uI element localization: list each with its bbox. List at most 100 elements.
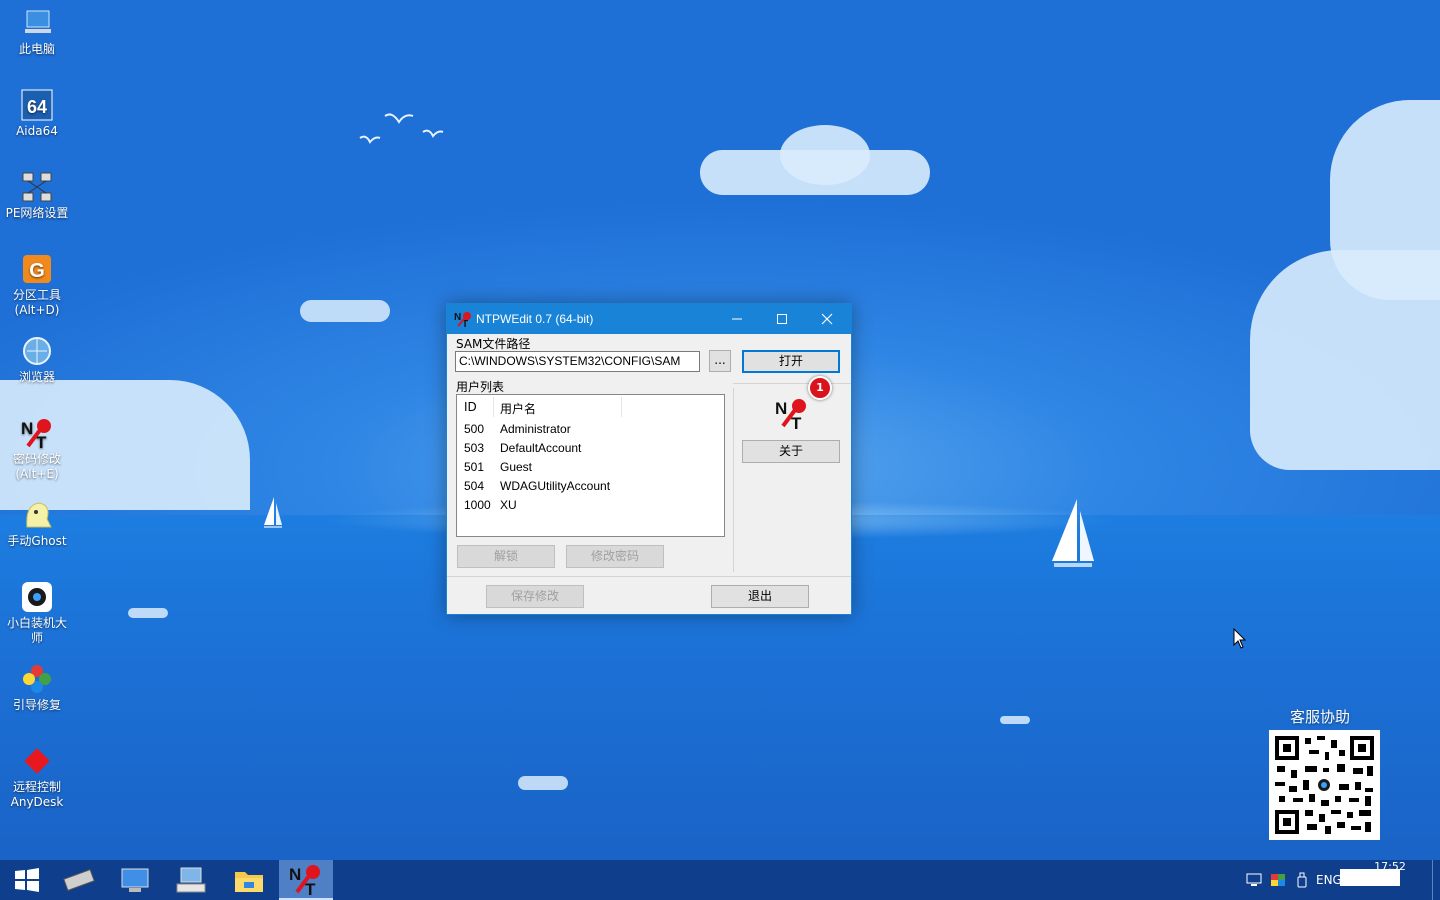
svg-text:N: N	[454, 312, 461, 323]
svg-text:N: N	[21, 419, 33, 438]
user-list[interactable]: ID 用户名 500 Administrator 503 DefaultAcco…	[456, 394, 725, 537]
list-item[interactable]: 1000 XU	[457, 496, 724, 515]
maximize-button[interactable]	[759, 304, 804, 334]
qr-code-image	[1275, 736, 1374, 834]
taskbar-item-ntpwedit[interactable]: NT	[279, 860, 333, 900]
desktop-icon-label: 手动Ghost	[7, 534, 67, 548]
column-header-id[interactable]: ID	[464, 400, 477, 414]
qr-title: 客服协助	[1290, 708, 1351, 726]
xiaobai-icon	[20, 580, 54, 614]
user-id: 504	[464, 479, 485, 493]
desktop-icon-label: 远程控制 AnyDesk	[10, 780, 64, 809]
user-id: 500	[464, 422, 485, 436]
desktop-icon-boot-repair[interactable]: 引导修复	[2, 662, 72, 713]
cloud	[1000, 716, 1030, 724]
taskbar-item-memory[interactable]	[52, 860, 106, 900]
partition-tool-icon: G	[20, 252, 54, 286]
list-header: ID 用户名	[457, 395, 724, 419]
divider	[447, 576, 851, 577]
clock-overlay	[1340, 869, 1400, 886]
step-badge: 1	[808, 376, 832, 400]
divider	[733, 388, 734, 572]
close-button[interactable]	[804, 304, 849, 334]
taskbar-item-remote-desktop[interactable]	[108, 860, 162, 900]
minimize-icon	[731, 318, 742, 320]
save-changes-button[interactable]: 保存修改	[486, 585, 584, 608]
desktop-icon-label: PE网络设置	[5, 206, 69, 220]
taskbar: NT ENG 17:52	[0, 860, 1440, 900]
desktop-icon-password[interactable]: NT 密码修改 (Alt+E)	[2, 416, 72, 482]
about-button[interactable]: 关于	[742, 440, 840, 463]
ntpwedit-logo-icon: N T	[775, 399, 806, 430]
sailboat	[264, 497, 282, 528]
desktop-icon-aida64[interactable]: 64 Aida64	[2, 88, 72, 139]
remote-desktop-icon	[121, 868, 149, 892]
svg-text:N: N	[289, 865, 301, 884]
svg-text:G: G	[29, 260, 45, 282]
desktop-icon-label: Aida64	[16, 124, 58, 138]
tray-network-icon[interactable]	[1244, 860, 1264, 900]
open-button[interactable]: 打开	[742, 350, 840, 373]
aida64-icon: 64	[20, 88, 54, 122]
ntpwedit-icon: NT	[289, 865, 320, 896]
user-name: DefaultAccount	[500, 441, 582, 455]
desktop-icon-browser[interactable]: 浏览器	[2, 334, 72, 385]
window-titlebar[interactable]: NT NTPWEdit 0.7 (64-bit)	[447, 304, 851, 334]
cloud	[128, 608, 168, 618]
desktop-icon-xiaobai[interactable]: 小白装机大 师	[2, 580, 72, 646]
taskbar-item-file-explorer[interactable]	[222, 860, 276, 900]
svg-text:N: N	[775, 399, 787, 418]
cloud	[300, 300, 390, 322]
user-name: Administrator	[500, 422, 571, 436]
sam-path-field[interactable]: C:\WINDOWS\SYSTEM32\CONFIG\SAM	[455, 351, 700, 372]
color-palette-icon	[1271, 874, 1285, 886]
memory-icon	[63, 868, 95, 892]
tray-color-icon[interactable]	[1268, 860, 1288, 900]
mouse-cursor-icon	[1233, 628, 1247, 649]
cloud	[518, 776, 568, 790]
column-header-username[interactable]: 用户名	[500, 400, 536, 417]
divider	[733, 383, 851, 384]
keyboard-icon	[176, 867, 206, 893]
network-settings-icon	[20, 170, 54, 204]
maximize-icon	[776, 314, 787, 324]
desktop-icon-partition-tool[interactable]: G 分区工具 (Alt+D)	[2, 252, 72, 318]
taskbar-item-keyboard[interactable]	[164, 860, 218, 900]
start-icon	[15, 868, 39, 892]
desktop-icon-label: 分区工具 (Alt+D)	[12, 288, 61, 317]
column-separator	[493, 397, 494, 417]
exit-button[interactable]: 退出	[711, 585, 809, 608]
cloud	[1330, 100, 1440, 300]
file-explorer-icon	[235, 872, 263, 892]
ntpwedit-icon: NT	[454, 312, 471, 328]
list-item[interactable]: 504 WDAGUtilityAccount	[457, 477, 724, 496]
window-title: NTPWEdit 0.7 (64-bit)	[476, 312, 594, 326]
minimize-button[interactable]	[714, 304, 759, 334]
user-id: 1000	[464, 498, 491, 512]
browse-button[interactable]: ...	[709, 350, 731, 372]
desktop-icon-ghost[interactable]: 手动Ghost	[2, 498, 72, 549]
boot-repair-icon	[20, 662, 54, 696]
browser-icon	[20, 334, 54, 368]
desktop-icon-anydesk[interactable]: 远程控制 AnyDesk	[2, 744, 72, 810]
list-item[interactable]: 503 DefaultAccount	[457, 439, 724, 458]
desktop-icon-pe-network[interactable]: PE网络设置	[2, 170, 72, 221]
change-password-button[interactable]: 修改密码	[566, 545, 664, 568]
desktop-icon-label: 引导修复	[12, 698, 61, 712]
user-id: 503	[464, 441, 485, 455]
sailboat	[1052, 499, 1094, 567]
unlock-button[interactable]: 解锁	[457, 545, 555, 568]
sam-path-label: SAM文件路径	[456, 337, 531, 351]
start-button[interactable]	[0, 860, 54, 900]
show-desktop-button[interactable]	[1432, 860, 1440, 900]
qr-code	[1269, 730, 1380, 840]
computer-icon	[20, 6, 54, 40]
column-separator	[621, 397, 622, 417]
desktop-icon-label: 此电脑	[18, 42, 55, 56]
svg-text:64: 64	[27, 97, 47, 117]
desktop-icon-this-pc[interactable]: 此电脑	[2, 6, 72, 57]
tray-usb-icon[interactable]	[1292, 860, 1312, 900]
list-item[interactable]: 501 Guest	[457, 458, 724, 477]
desktop-icon-label: 密码修改 (Alt+E)	[12, 452, 61, 481]
list-item[interactable]: 500 Administrator	[457, 420, 724, 439]
